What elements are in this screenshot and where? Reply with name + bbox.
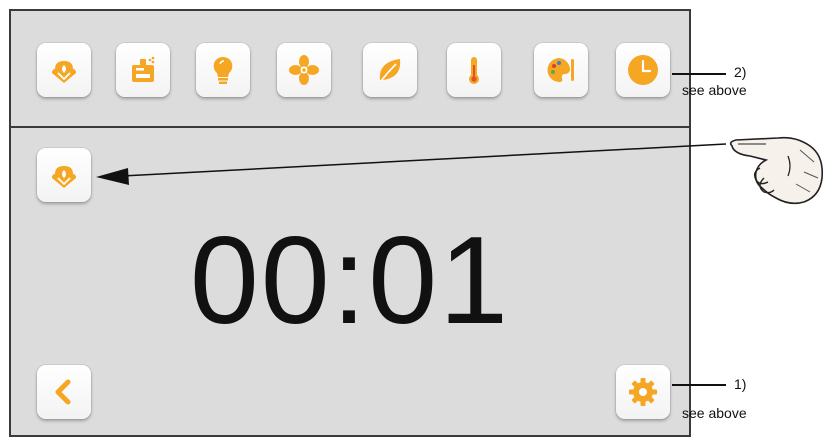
- callout-1-line: [672, 384, 726, 386]
- callout-2-text: see above: [682, 82, 747, 98]
- pointing-hand-icon: [729, 136, 824, 205]
- pointer-arrow-head: [96, 168, 129, 185]
- callout-1-number: 1): [734, 376, 747, 392]
- pointer-arrow-line: [121, 143, 727, 177]
- callout-2-line: [672, 73, 726, 75]
- callout-1-text: see above: [682, 405, 747, 421]
- callout-2-number: 2): [734, 64, 747, 80]
- annotation-overlay: [96, 143, 727, 185]
